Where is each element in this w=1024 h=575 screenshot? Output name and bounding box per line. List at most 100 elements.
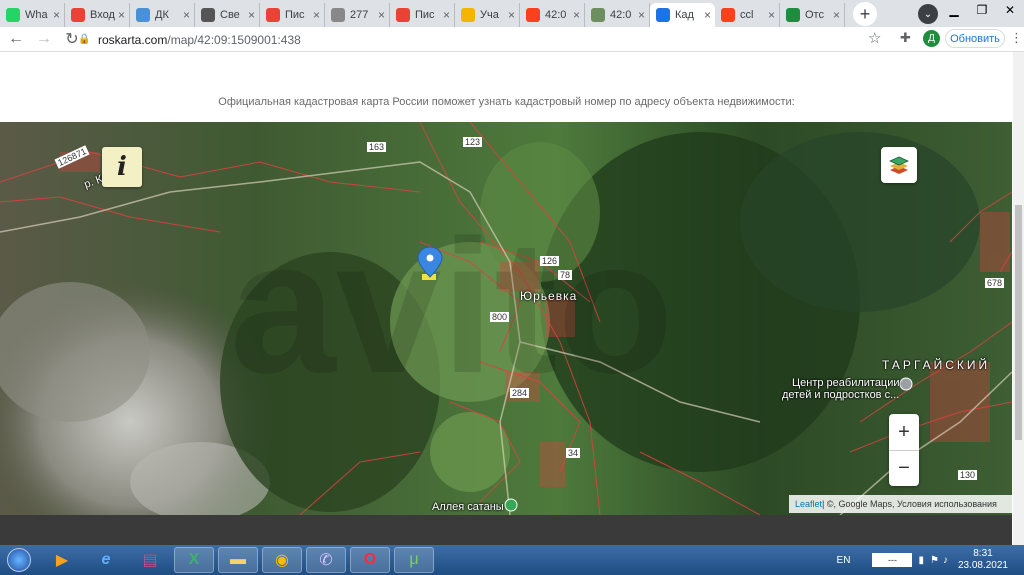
tab-close-icon[interactable]: × [768, 8, 775, 22]
extensions-icon[interactable]: ✚ [900, 30, 911, 46]
leaflet-link[interactable]: Leaflet [795, 499, 822, 509]
tab-close-icon[interactable]: × [183, 8, 190, 22]
lock-icon[interactable]: 🔒 [78, 34, 92, 45]
new-tab-button[interactable]: + [853, 2, 877, 26]
gmail-icon [266, 8, 280, 22]
close-window-icon[interactable]: ✕ [996, 0, 1024, 20]
browser-tab[interactable]: Пис × [260, 3, 325, 27]
tab-search-icon[interactable]: ⌄ [918, 4, 938, 24]
taskbar-torrent[interactable]: μ [394, 547, 434, 573]
tab-title: Отс [805, 9, 824, 21]
layers-button[interactable] [881, 147, 917, 183]
start-button[interactable] [0, 545, 38, 575]
internet-explorer-icon: e [101, 551, 111, 568]
road-number: 678 [985, 278, 1005, 288]
tab-close-icon[interactable]: × [508, 8, 515, 22]
zoom-in-button[interactable]: + [889, 414, 919, 450]
browser-tab[interactable]: Отс × [780, 3, 845, 27]
tab-close-icon[interactable]: × [704, 8, 711, 22]
forward-icon[interactable]: → [32, 27, 56, 51]
road-number: 284 [510, 388, 530, 398]
bookmark-star-icon[interactable]: ☆ [868, 29, 881, 47]
layers-icon [889, 156, 909, 174]
taskbar-winrar[interactable]: ▤ [130, 547, 170, 573]
tab-close-icon[interactable]: × [53, 8, 60, 22]
menu-kebab-icon[interactable]: ⋮ [1010, 30, 1023, 46]
poi-label-line1: Центр реабилитации [792, 377, 900, 389]
road-number: 126 [540, 256, 560, 266]
globe-icon [201, 8, 215, 22]
taskbar-opera[interactable]: O [350, 547, 390, 573]
tab-close-icon[interactable]: × [313, 8, 320, 22]
minimize-icon[interactable]: ▁ [940, 0, 968, 20]
tab-title: Кад [675, 9, 694, 21]
grid-icon [461, 8, 475, 22]
scrollbar-thumb[interactable] [1015, 205, 1022, 440]
alley-label: Аллея сатаны [432, 501, 504, 513]
tab-title: Пис [415, 9, 435, 21]
flag-icon[interactable]: ⚑ [930, 555, 939, 566]
url-path: /map/42:09:1509001:438 [167, 32, 301, 47]
gmail-icon [71, 8, 85, 22]
tab-close-icon[interactable]: × [638, 8, 645, 22]
language-indicator[interactable]: EN [837, 555, 851, 566]
keyboard-layout-icon[interactable]: --- [872, 553, 913, 567]
taskbar-internet-explorer[interactable]: e [86, 547, 126, 573]
attribution-text: | ©, Google Maps, Условия использования [822, 499, 997, 509]
clock[interactable]: 8:31 23.08.2021 [958, 548, 1008, 572]
map-footer-bar [0, 515, 1012, 545]
tab-close-icon[interactable]: × [443, 8, 450, 22]
zoom-out-button[interactable]: − [889, 450, 919, 486]
volume-icon[interactable]: ♪ [943, 555, 948, 566]
media-player-icon: ▶ [55, 552, 69, 569]
info-button[interactable]: i [102, 147, 142, 187]
back-icon[interactable]: ← [4, 27, 28, 51]
emblem-icon [591, 8, 605, 22]
tab-title: 277 [350, 9, 369, 21]
road-number: 130 [958, 470, 978, 480]
taskbar-explorer[interactable]: ▬ [218, 547, 258, 573]
browser-tab[interactable]: ДК × [130, 3, 195, 27]
browser-tab[interactable]: Пис × [390, 3, 455, 27]
browser-tab[interactable]: 42:0 × [520, 3, 585, 27]
windows-logo-icon [7, 548, 31, 572]
tab-title: Wha [25, 9, 48, 21]
browser-tab[interactable]: 277 × [325, 3, 390, 27]
network-icon[interactable]: ▮ [918, 555, 924, 566]
cadastral-map[interactable]: avito 163 123 126 78 800 678 284 34 130 … [0, 122, 1012, 515]
winrar-icon: ▤ [142, 552, 158, 569]
yandex-icon [526, 8, 540, 22]
taskbar-chrome[interactable]: ◉ [262, 547, 302, 573]
district-label: ТАРГАЙСКИЙ [882, 358, 991, 372]
map-attribution: Leaflet | ©, Google Maps, Условия исполь… [789, 495, 1012, 513]
clock-time: 8:31 [973, 548, 993, 559]
torrent-icon: μ [409, 551, 419, 568]
taskbar-excel[interactable]: X [174, 547, 214, 573]
tab-title: Све [220, 9, 240, 21]
road-number: 78 [558, 270, 573, 280]
taskbar-media-player[interactable]: ▶ [42, 547, 82, 573]
tab-strip: Wha × Вход × ДК × Све × Пис × 277 × Пис × Уча × 42:0 × 42:… [0, 0, 1024, 27]
browser-tab[interactable]: Све × [195, 3, 260, 27]
tab-close-icon[interactable]: × [378, 8, 385, 22]
zoom-control: + − [889, 414, 919, 486]
browser-tab[interactable]: ccl × [715, 3, 780, 27]
maximize-icon[interactable]: ❐ [968, 0, 996, 20]
browser-tab[interactable]: Wha × [0, 3, 65, 27]
address-bar[interactable]: 🔒 roskarta.com/map/42:09:1509001:438 [78, 29, 892, 50]
tab-close-icon[interactable]: × [118, 8, 125, 22]
browser-tab[interactable]: Уча × [455, 3, 520, 27]
taskbar-viber[interactable]: ✆ [306, 547, 346, 573]
profile-avatar[interactable]: Д [923, 30, 940, 47]
tab-close-icon[interactable]: × [573, 8, 580, 22]
browser-tab[interactable]: Кад × [650, 3, 715, 27]
avito-watermark: avito [230, 201, 673, 413]
browser-tab[interactable]: Вход × [65, 3, 130, 27]
update-button[interactable]: Обновить [945, 29, 1005, 48]
c-icon [786, 8, 800, 22]
tab-title: ccl [740, 9, 754, 21]
tab-close-icon[interactable]: × [833, 8, 840, 22]
browser-tab[interactable]: 42:0 × [585, 3, 650, 27]
opera-icon: O [363, 551, 377, 568]
tab-close-icon[interactable]: × [248, 8, 255, 22]
